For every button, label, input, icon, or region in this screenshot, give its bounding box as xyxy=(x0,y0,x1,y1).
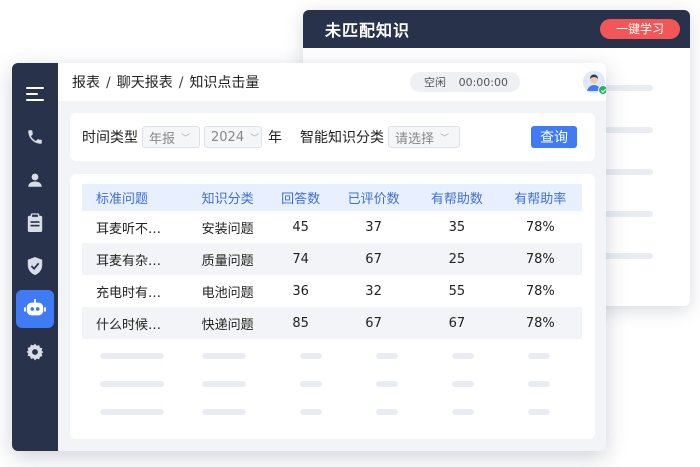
status-timer: 00:00:00 xyxy=(458,75,508,89)
cell-question: 耳麦有杂… xyxy=(96,253,162,269)
menu-icon[interactable] xyxy=(16,75,54,113)
cell-category: 电池问题 xyxy=(201,285,254,301)
header-helpful-count[interactable]: 有帮助数 xyxy=(415,184,498,211)
query-button[interactable]: 查询 xyxy=(531,126,577,148)
cell-rate: 78% xyxy=(525,219,555,235)
cell-helpful: 25 xyxy=(448,251,466,267)
avatar[interactable] xyxy=(583,71,606,95)
placeholder-line xyxy=(603,253,653,259)
year-select[interactable]: 2024 ﹀ xyxy=(204,126,262,148)
cell-question: 充电时有… xyxy=(96,285,162,301)
cell-rate: 78% xyxy=(525,315,555,331)
placeholder-line xyxy=(603,169,653,175)
user-icon[interactable] xyxy=(16,161,54,199)
cell-rated: 32 xyxy=(365,283,382,299)
table-header-row: 标准问题 知识分类 回答数 已评价数 有帮助数 有帮助率 xyxy=(82,184,582,211)
cell-rated: 37 xyxy=(365,219,382,235)
cell-category: 快递问题 xyxy=(201,317,254,333)
table-row[interactable]: 充电时有… 电池问题 36 32 55 78% xyxy=(82,275,582,307)
year-value: 2024 xyxy=(211,129,245,145)
cell-helpful: 35 xyxy=(448,219,466,235)
breadcrumb: 报表 / 聊天报表 / 知识点击量 xyxy=(72,72,259,92)
window-title: 未匹配知识 xyxy=(325,21,411,40)
clipboard-icon[interactable] xyxy=(16,204,54,242)
loading-placeholder-row xyxy=(82,381,583,387)
category-select[interactable]: 请选择 ﹀ xyxy=(388,126,460,148)
header-answer-count[interactable]: 回答数 xyxy=(269,184,332,211)
breadcrumb-separator: / xyxy=(178,75,184,91)
cell-helpful: 67 xyxy=(448,315,466,331)
table-row[interactable]: 耳麦听不… 安装问题 45 37 35 78% xyxy=(82,211,582,243)
loading-placeholder-row xyxy=(82,409,583,415)
phone-icon[interactable] xyxy=(16,118,54,156)
topbar: 报表 / 聊天报表 / 知识点击量 空闲 00:00:00 xyxy=(58,63,606,101)
loading-placeholder-row xyxy=(82,353,583,359)
agent-status[interactable]: 空闲 00:00:00 xyxy=(410,72,520,92)
knowledge-table-card: 标准问题 知识分类 回答数 已评价数 有帮助数 有帮助率 耳麦听不… 安装问题 … xyxy=(70,174,595,439)
time-type-label: 时间类型 xyxy=(82,130,138,146)
knowledge-table: 标准问题 知识分类 回答数 已评价数 有帮助数 有帮助率 耳麦听不… 安装问题 … xyxy=(82,184,582,339)
cell-question: 什么时候… xyxy=(96,317,162,333)
breadcrumb-separator: / xyxy=(106,75,111,91)
cell-answers: 36 xyxy=(292,283,309,299)
cell-rated: 67 xyxy=(365,315,382,331)
cell-answers: 45 xyxy=(292,219,309,235)
cell-answers: 85 xyxy=(292,315,309,331)
breadcrumb-item-knowledge-clicks: 知识点击量 xyxy=(189,75,260,91)
chevron-down-icon: ﹀ xyxy=(250,133,260,144)
cell-helpful: 55 xyxy=(448,283,466,299)
table-row[interactable]: 耳麦有杂… 质量问题 74 67 25 78% xyxy=(82,243,582,275)
gear-icon[interactable] xyxy=(16,333,54,371)
chevron-down-icon: ﹀ xyxy=(440,133,450,144)
shield-icon[interactable] xyxy=(16,247,54,285)
breadcrumb-item-reports[interactable]: 报表 xyxy=(72,75,100,91)
cell-category: 安装问题 xyxy=(201,221,254,237)
unmatched-knowledge-header: 未匹配知识 一键学习 xyxy=(303,10,690,48)
cell-question: 耳麦听不… xyxy=(96,221,162,237)
cell-rate: 78% xyxy=(525,251,555,267)
category-placeholder: 请选择 xyxy=(395,131,435,147)
cell-rated: 67 xyxy=(365,251,382,267)
cell-answers: 74 xyxy=(292,251,309,267)
robot-icon[interactable] xyxy=(16,290,54,328)
category-label: 智能知识分类 xyxy=(300,130,384,146)
cell-rate: 78% xyxy=(525,283,555,299)
header-helpful-rate[interactable]: 有帮助率 xyxy=(499,184,582,211)
online-status-icon xyxy=(598,85,606,95)
placeholder-line xyxy=(603,211,653,217)
filter-bar: 时间类型 年报 ﹀ 2024 ﹀ 年 智能知识分类 请选择 ﹀ 查询 xyxy=(70,113,595,161)
header-rated-count[interactable]: 已评价数 xyxy=(332,184,415,211)
table-row[interactable]: 什么时候… 快递问题 85 67 67 78% xyxy=(82,307,582,339)
one-click-learn-button[interactable]: 一键学习 xyxy=(599,19,680,39)
sidebar xyxy=(12,63,58,451)
time-type-value: 年报 xyxy=(149,131,176,147)
cell-category: 质量问题 xyxy=(201,253,254,269)
chevron-down-icon: ﹀ xyxy=(181,133,191,144)
header-standard-question[interactable]: 标准问题 xyxy=(82,184,186,211)
time-type-select[interactable]: 年报 ﹀ xyxy=(142,126,200,148)
breadcrumb-item-chat-reports[interactable]: 聊天报表 xyxy=(117,75,173,91)
header-category[interactable]: 知识分类 xyxy=(186,184,269,211)
report-window: 报表 / 聊天报表 / 知识点击量 空闲 00:00:00 时间类型 年报 ﹀ 2024… xyxy=(12,63,606,451)
year-suffix: 年 xyxy=(268,130,282,146)
status-state: 空闲 xyxy=(424,76,446,89)
placeholder-line xyxy=(603,127,653,133)
placeholder-line xyxy=(603,85,653,91)
